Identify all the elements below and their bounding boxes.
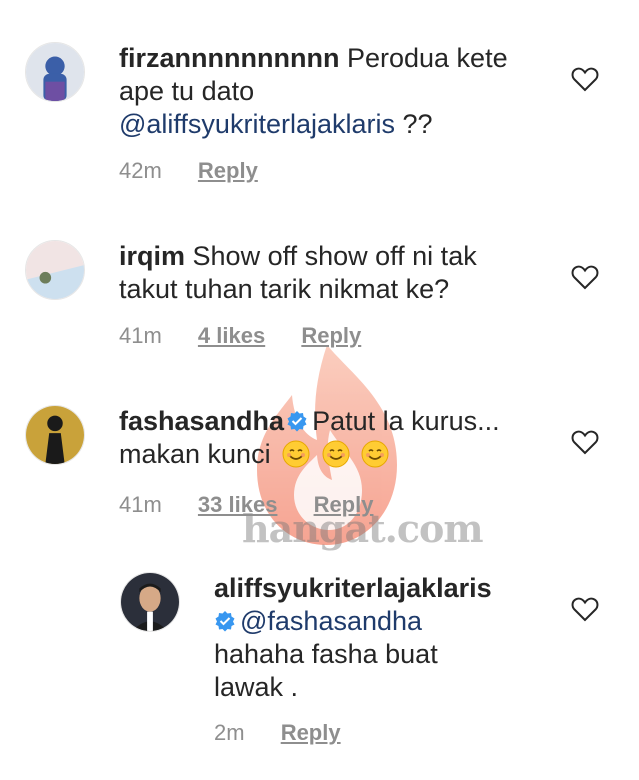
comment-body-suffix: ?? (395, 109, 433, 139)
avatar[interactable] (25, 405, 85, 465)
avatar[interactable] (25, 240, 85, 300)
comment-meta: 2m Reply (214, 720, 371, 746)
heart-icon[interactable] (571, 596, 599, 622)
comment-body: Patut la kurus... (312, 406, 500, 436)
comment-time: 2m (214, 720, 245, 745)
comment-username[interactable]: firzannnnnnnnnn (119, 43, 339, 73)
comment-body-line: takut tuhan tarik nikmat ke? (119, 274, 450, 304)
comment-time: 41m (119, 492, 162, 517)
comment-meta: 41m 4 likes Reply (119, 323, 391, 349)
comment-username[interactable]: fashasandha (119, 406, 284, 436)
smiling-face-icon (282, 440, 310, 468)
comment-body: Perodua kete (346, 43, 508, 73)
heart-icon[interactable] (571, 66, 599, 92)
verified-badge-icon (215, 611, 235, 632)
comment-meta: 41m 33 likes Reply (119, 492, 403, 518)
reply-button[interactable]: Reply (281, 720, 341, 745)
mention-link[interactable]: @aliffsyukriterlajaklaris (119, 109, 395, 139)
comment-meta: 42m Reply (119, 158, 288, 184)
avatar[interactable] (25, 42, 85, 102)
reply-button[interactable]: Reply (198, 158, 258, 183)
comment-time: 42m (119, 158, 162, 183)
comment-body-line: ape tu dato (119, 76, 255, 106)
comment-body: Show off show off ni tak (192, 241, 477, 271)
comment-body-line: hahaha fasha buat (214, 639, 438, 669)
comment-username[interactable]: aliffsyukriterlajaklaris (214, 573, 492, 603)
comment-body-line: lawak . (214, 672, 299, 702)
verified-badge-icon (287, 411, 307, 432)
comment-username[interactable]: irqim (119, 241, 185, 271)
comment-text: irqim Show off show off ni tak takut tuh… (119, 240, 559, 306)
mention-link[interactable]: @fashasandha (240, 606, 422, 636)
avatar[interactable] (120, 572, 180, 632)
comment-time: 41m (119, 323, 162, 348)
likes-link[interactable]: 4 likes (198, 323, 265, 348)
heart-icon[interactable] (571, 429, 599, 455)
comment-text: fashasandha Patut la kurus... makan kunci (119, 405, 559, 471)
reply-button[interactable]: Reply (301, 323, 361, 348)
reply-button[interactable]: Reply (314, 492, 374, 517)
smiling-face-icon (322, 440, 350, 468)
comment-body-line: makan kunci (119, 439, 271, 469)
comment-text: aliffsyukriterlajaklaris @fashasandha ha… (214, 572, 564, 704)
smiling-face-icon (361, 440, 389, 468)
likes-link[interactable]: 33 likes (198, 492, 278, 517)
comment-text: firzannnnnnnnnn Perodua kete ape tu dato… (119, 42, 539, 141)
heart-icon[interactable] (571, 264, 599, 290)
